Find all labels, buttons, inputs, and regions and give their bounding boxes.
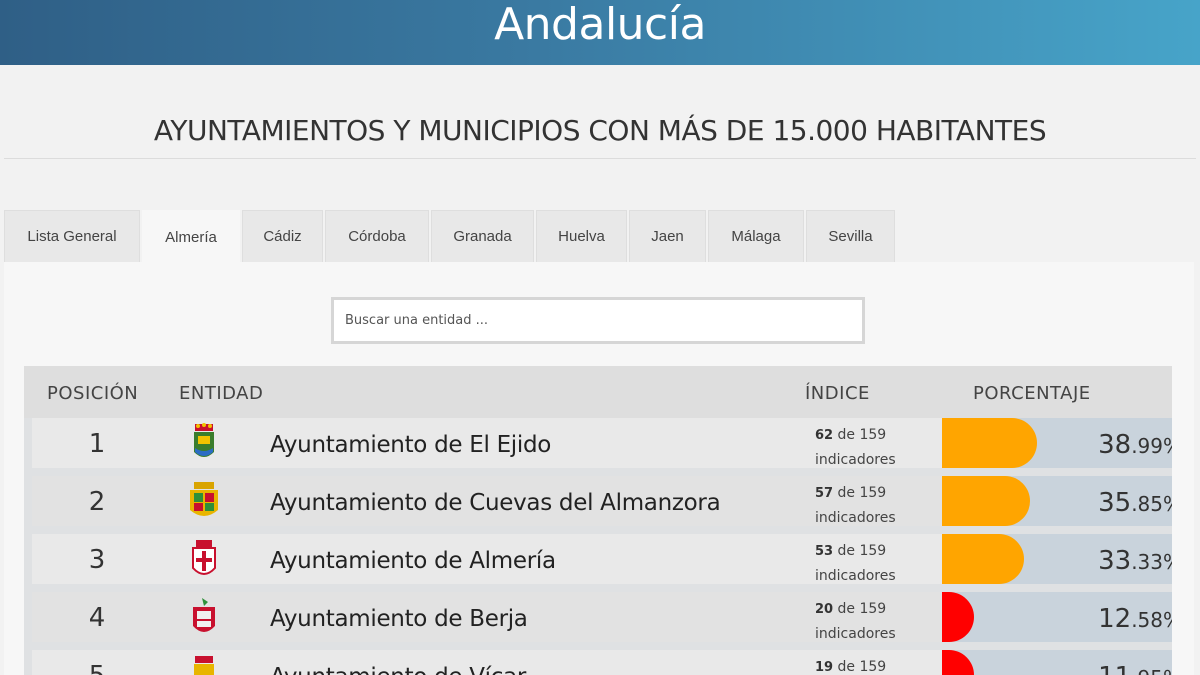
- percentage-bar: 38.99%: [942, 418, 1172, 468]
- region-banner: Andalucía: [0, 0, 1200, 65]
- indicator-label: indicadores: [815, 568, 896, 584]
- table-row[interactable]: 3 Ayuntamiento de Almería 53 de 159 indi…: [32, 534, 1172, 584]
- indicator-count: 62 de 159 indicadores: [815, 423, 896, 472]
- table-row[interactable]: 1 Ayuntamiento de El Ejido 62 de 159 ind…: [32, 418, 1172, 468]
- coat-of-arms-icon: [194, 656, 214, 675]
- indicator-total: de 159: [837, 601, 887, 617]
- percentage-bar: 33.33%: [942, 534, 1172, 584]
- entity-name[interactable]: Ayuntamiento de Vícar: [270, 664, 526, 675]
- indicator-total: de 159: [837, 427, 887, 443]
- indicator-label: indicadores: [815, 510, 896, 526]
- entity-name[interactable]: Ayuntamiento de Berja: [270, 606, 528, 632]
- entity-name[interactable]: Ayuntamiento de Cuevas del Almanzora: [270, 490, 721, 516]
- tab-cordoba[interactable]: Córdoba: [325, 210, 429, 262]
- indicator-count: 20 de 159 indicadores: [815, 597, 896, 646]
- percentage-fill: [942, 650, 974, 675]
- indicator-count: 53 de 159 indicadores: [815, 539, 896, 588]
- table-row[interactable]: 2 Ayuntamiento de Cuevas del Almanzora 5…: [32, 476, 1172, 526]
- tab-huelva[interactable]: Huelva: [536, 210, 627, 262]
- coat-of-arms-icon: [193, 598, 215, 632]
- row-position: 2: [88, 487, 106, 517]
- entity-name[interactable]: Ayuntamiento de El Ejido: [270, 432, 551, 458]
- indicator-total: de 159: [837, 659, 887, 675]
- table-row[interactable]: 4 Ayuntamiento de Berja 20 de 159 indica…: [32, 592, 1172, 642]
- indicator-total: de 159: [837, 485, 887, 501]
- percentage-value: 35.85%: [1098, 488, 1172, 518]
- table-header: POSICIÓN ENTIDAD ÍNDICE PORCENTAJE: [24, 366, 1172, 418]
- indicator-value: 57: [815, 486, 834, 501]
- table-row[interactable]: 5 Ayuntamiento de Vícar 19 de 159 indica…: [32, 650, 1172, 675]
- row-position: 5: [82, 661, 112, 675]
- percentage-value: 11.95%: [1098, 662, 1172, 675]
- tab-malaga[interactable]: Málaga: [708, 210, 804, 262]
- tab-granada[interactable]: Granada: [431, 210, 534, 262]
- coat-of-arms-icon: [194, 423, 214, 457]
- tab-lista-general[interactable]: Lista General: [4, 210, 140, 262]
- percentage-value: 33.33%: [1098, 546, 1172, 576]
- percentage-bar: 11.95%: [942, 650, 1172, 675]
- row-position: 4: [88, 603, 106, 633]
- indicator-value: 20: [815, 602, 834, 617]
- percentage-value: 38.99%: [1098, 430, 1172, 460]
- percentage-value: 12.58%: [1098, 604, 1172, 634]
- header-position: POSICIÓN: [47, 383, 139, 404]
- percentage-fill: [942, 592, 974, 642]
- indicator-value: 53: [815, 544, 834, 559]
- tab-sevilla[interactable]: Sevilla: [806, 210, 895, 262]
- ranking-table: POSICIÓN ENTIDAD ÍNDICE PORCENTAJE 1 Ayu…: [24, 366, 1172, 675]
- header-percentage: PORCENTAJE: [973, 383, 1091, 404]
- heading-divider: [4, 158, 1196, 159]
- indicator-count: 57 de 159 indicadores: [815, 481, 896, 530]
- row-position: 3: [88, 545, 106, 575]
- tab-almeria[interactable]: Almería: [142, 210, 240, 263]
- percentage-fill: [942, 476, 1030, 526]
- percentage-bar: 35.85%: [942, 476, 1172, 526]
- indicator-value: 62: [815, 428, 834, 443]
- percentage-fill: [942, 418, 1037, 468]
- search-input[interactable]: [331, 297, 865, 344]
- page-heading: AYUNTAMIENTOS Y MUNICIPIOS CON MÁS DE 15…: [153, 114, 1047, 147]
- coat-of-arms-icon: [192, 540, 216, 575]
- indicator-total: de 159: [837, 543, 887, 559]
- region-title: Andalucía: [494, 0, 706, 50]
- header-entity: ENTIDAD: [179, 383, 264, 404]
- indicator-label: indicadores: [815, 626, 896, 642]
- entity-name[interactable]: Ayuntamiento de Almería: [270, 548, 556, 574]
- coat-of-arms-icon: [190, 482, 218, 516]
- indicator-label: indicadores: [815, 452, 896, 468]
- percentage-bar: 12.58%: [942, 592, 1172, 642]
- indicator-count: 19 de 159 indicadores: [815, 655, 896, 675]
- tab-jaen[interactable]: Jaen: [629, 210, 706, 262]
- percentage-fill: [942, 534, 1024, 584]
- header-index: ÍNDICE: [805, 383, 870, 404]
- row-position: 1: [88, 429, 106, 459]
- indicator-value: 19: [815, 660, 834, 675]
- tab-cadiz[interactable]: Cádiz: [242, 210, 323, 262]
